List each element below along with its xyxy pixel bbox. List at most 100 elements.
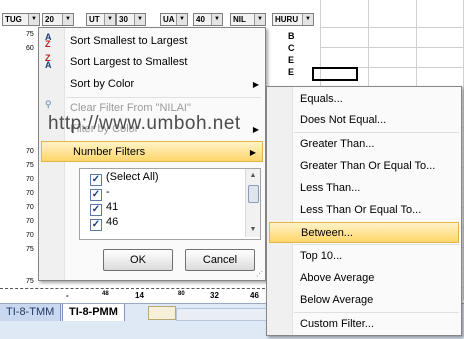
header-cell: UA ▼ xyxy=(160,13,188,26)
header-label: 40 xyxy=(196,15,205,24)
scroll-down-icon[interactable]: ▼ xyxy=(246,223,260,237)
autofilter-menu: AZ Sort Smallest to Largest ZA Sort Larg… xyxy=(38,27,266,281)
filter-dropdown-icon[interactable]: ▼ xyxy=(302,14,313,25)
menu-item-label: Above Average xyxy=(300,272,375,284)
menu-item-label: Greater Than Or Equal To... xyxy=(300,160,436,172)
filter-dropdown-icon[interactable]: ▼ xyxy=(134,14,145,25)
header-label: 20 xyxy=(45,15,54,24)
filter-between-item[interactable]: Between... xyxy=(269,222,459,243)
cell-value: 70 xyxy=(26,148,34,155)
cell-value: 46 xyxy=(250,291,259,300)
header-label: UT xyxy=(89,15,100,24)
filter-greater-than-item[interactable]: Greater Than... xyxy=(267,134,461,155)
filter-below-average-item[interactable]: Below Average xyxy=(267,290,461,311)
checklist-label: 41 xyxy=(106,201,119,213)
scroll-thumb[interactable] xyxy=(248,185,259,203)
checklist-item[interactable]: ✓ 46 xyxy=(90,215,119,231)
header-label: TUG xyxy=(5,15,22,24)
cell-value: 75 xyxy=(26,278,34,285)
header-label: HURU xyxy=(275,15,299,24)
cell-value: 75 xyxy=(26,31,34,38)
sort-descending-item[interactable]: ZA Sort Largest to Smallest xyxy=(39,52,265,73)
submenu-arrow-icon: ▶ xyxy=(252,125,259,134)
sheet-tab-active[interactable]: TI-8-PMM xyxy=(62,304,125,321)
checklist-item[interactable]: ✓ (Select All) xyxy=(90,170,159,186)
selected-cell[interactable] xyxy=(312,67,358,81)
menu-item-label: Less Than Or Equal To... xyxy=(300,204,422,216)
cell-value: 70 xyxy=(26,204,34,211)
header-cell: UT ▼ xyxy=(86,13,116,26)
menu-item-label: Number Filters xyxy=(73,146,146,158)
menu-item-label: Greater Than... xyxy=(300,138,375,150)
filter-custom-item[interactable]: Custom Filter... xyxy=(267,314,461,335)
watermark-text: http://www.umboh.net xyxy=(48,113,241,134)
filter-dropdown-icon[interactable]: ▼ xyxy=(176,14,187,25)
submenu-arrow-icon: ▶ xyxy=(252,80,259,89)
cell-value: 48 xyxy=(102,291,109,297)
cell-value: 70 xyxy=(26,218,34,225)
sort-ascending-item[interactable]: AZ Sort Smallest to Largest xyxy=(39,31,265,52)
filter-dropdown-icon[interactable]: ▼ xyxy=(211,14,222,25)
checkbox-checked-icon[interactable]: ✓ xyxy=(90,219,102,231)
cell-value: 75 xyxy=(26,162,34,169)
checklist-item[interactable]: ✓ 41 xyxy=(90,200,119,216)
filter-dropdown-icon[interactable]: ▼ xyxy=(62,14,73,25)
header-cell: HURU ▼ xyxy=(272,13,314,26)
filter-less-equal-item[interactable]: Less Than Or Equal To... xyxy=(267,200,461,221)
sort-az-icon: AZ xyxy=(45,32,52,49)
number-filters-item[interactable]: Number Filters ▶ xyxy=(41,141,263,162)
cell-value: 70 xyxy=(26,190,34,197)
header-cell: NIL ▼ xyxy=(230,13,266,26)
menu-separator xyxy=(294,312,459,313)
totals-row: - 48 14 80 32 46 xyxy=(0,288,270,303)
menu-item-label: Custom Filter... xyxy=(300,318,374,330)
sort-by-color-item[interactable]: Sort by Color ▶ xyxy=(39,74,265,95)
filter-top10-item[interactable]: Top 10... xyxy=(267,246,461,267)
cell-value: C xyxy=(288,43,295,53)
scroll-up-icon[interactable]: ▲ xyxy=(246,169,260,183)
menu-item-label: Sort by Color xyxy=(70,78,135,90)
menu-item-label: Below Average xyxy=(300,294,374,306)
cell-value: E xyxy=(288,55,295,65)
checklist-label: (Select All) xyxy=(106,171,159,183)
horizontal-scrollbar[interactable] xyxy=(176,308,268,321)
resize-grip-icon[interactable]: ⋰ xyxy=(256,270,263,278)
filter-dropdown-icon[interactable]: ▼ xyxy=(104,14,115,25)
header-label: NIL xyxy=(233,15,246,24)
header-cell: 40 ▼ xyxy=(193,13,223,26)
submenu-arrow-icon: ▶ xyxy=(249,148,256,157)
filter-value-list[interactable]: ✓ (Select All) ✓ - ✓ 41 ✓ 46 ▲ ▼ xyxy=(79,168,261,240)
checklist-scrollbar[interactable]: ▲ ▼ xyxy=(245,169,260,237)
filter-above-average-item[interactable]: Above Average xyxy=(267,268,461,289)
header-cell: 20 ▼ xyxy=(42,13,74,26)
filter-dropdown-icon[interactable]: ▼ xyxy=(28,14,39,25)
cell-value: B xyxy=(288,31,295,41)
cell-value: E xyxy=(288,67,295,77)
filter-dropdown-icon[interactable]: ▼ xyxy=(254,14,265,25)
insert-sheet-icon[interactable] xyxy=(148,306,176,320)
header-cell: TUG ▼ xyxy=(2,13,40,26)
menu-item-label: Equals... xyxy=(300,93,343,105)
cell-value: - xyxy=(66,291,69,300)
filter-greater-equal-item[interactable]: Greater Than Or Equal To... xyxy=(267,156,461,177)
cell-value: 32 xyxy=(210,291,219,300)
header-cell: 30 ▼ xyxy=(116,13,146,26)
cell-value: 60 xyxy=(26,45,34,52)
number-filters-submenu: Equals... Does Not Equal... Greater Than… xyxy=(266,86,462,336)
sort-za-icon: ZA xyxy=(45,53,52,70)
checklist-item[interactable]: ✓ - xyxy=(90,185,110,201)
checklist-label: 46 xyxy=(106,216,119,228)
menu-item-label: Top 10... xyxy=(300,250,343,262)
cell-value: 70 xyxy=(26,232,34,239)
filter-less-than-item[interactable]: Less Than... xyxy=(267,178,461,199)
menu-item-label: Between... xyxy=(301,227,353,239)
cell-value: 70 xyxy=(26,176,34,183)
menu-item-label: Sort Largest to Smallest xyxy=(70,56,188,68)
filter-equals-item[interactable]: Equals... xyxy=(267,89,461,110)
cell-value: 80 xyxy=(178,291,185,297)
sheet-tab[interactable]: TI-8-TMM xyxy=(0,304,62,321)
header-label: 30 xyxy=(119,15,128,24)
cancel-button[interactable]: Cancel xyxy=(185,249,255,271)
filter-not-equal-item[interactable]: Does Not Equal... xyxy=(267,110,461,131)
ok-button[interactable]: OK xyxy=(103,249,173,271)
